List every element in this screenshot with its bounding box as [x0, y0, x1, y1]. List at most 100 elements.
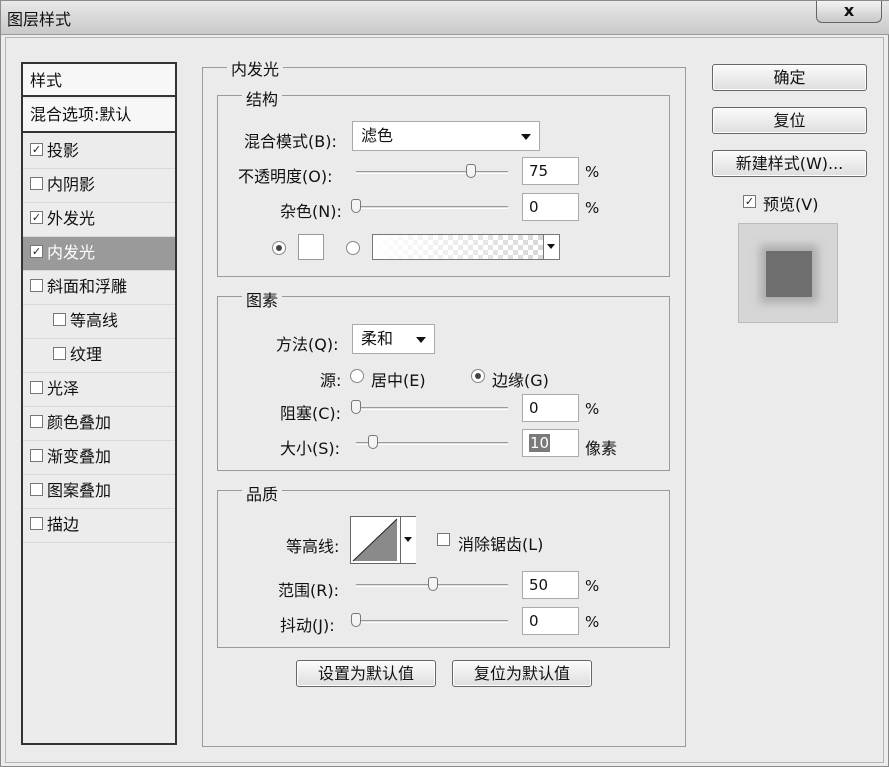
style-item-inner-glow[interactable]: ✓ 内发光	[23, 237, 175, 271]
jitter-input[interactable]: 0	[522, 607, 579, 635]
window-title: 图层样式	[7, 10, 72, 29]
contour-picker[interactable]	[350, 516, 416, 564]
range-label: 范围(R):	[278, 581, 339, 600]
antialias-label[interactable]: 消除锯齿(L)	[458, 531, 543, 555]
jitter-label: 抖动(J):	[280, 616, 335, 635]
size-slider-thumb[interactable]	[368, 435, 378, 449]
pattern-overlay-checkbox[interactable]	[30, 483, 43, 496]
method-label: 方法(Q):	[276, 335, 339, 354]
gradient-radio[interactable]	[346, 241, 360, 255]
inner-shadow-checkbox[interactable]	[30, 177, 43, 190]
preview-checkbox[interactable]: ✓	[743, 195, 756, 208]
style-item-texture[interactable]: 纹理	[23, 339, 175, 373]
drop-shadow-checkbox[interactable]: ✓	[30, 143, 43, 156]
style-item-inner-shadow[interactable]: 内阴影	[23, 169, 175, 203]
glow-color-swatch[interactable]	[298, 234, 324, 260]
new-style-button[interactable]: 新建样式(W)...	[712, 150, 867, 177]
choke-label: 阻塞(C):	[280, 404, 342, 423]
method-select[interactable]: 柔和	[352, 324, 435, 354]
styles-list: 样式 混合选项:默认 ✓ 投影 内阴影 ✓ 外发光 ✓ 内发光 斜面和浮雕 等高线 纹…	[21, 62, 177, 745]
jitter-slider-track[interactable]	[356, 620, 508, 623]
source-edge-radio[interactable]	[471, 369, 485, 383]
close-button[interactable]: x	[816, 1, 882, 23]
texture-label: 纹理	[70, 345, 103, 364]
contour-label: 等高线	[70, 311, 119, 330]
contour-checkbox[interactable]	[53, 313, 66, 326]
blend-mode-label: 混合模式(B):	[244, 132, 337, 151]
noise-slider-thumb[interactable]	[351, 199, 361, 213]
title-bar: 图层样式 x	[1, 1, 889, 35]
style-item-gradient-overlay[interactable]: 渐变叠加	[23, 441, 175, 475]
contour-curve-icon	[352, 518, 398, 562]
glow-gradient-picker[interactable]	[372, 234, 560, 260]
gradient-overlay-checkbox[interactable]	[30, 449, 43, 462]
blend-options-item[interactable]: 混合选项:默认	[23, 99, 175, 133]
satin-label: 光泽	[47, 379, 80, 398]
range-input[interactable]: 50	[522, 571, 579, 599]
color-overlay-label: 颜色叠加	[47, 413, 112, 432]
size-unit: 像素	[585, 439, 618, 458]
noise-unit: %	[585, 199, 600, 217]
chevron-down-icon	[521, 134, 531, 140]
contour-dropdown-icon[interactable]	[400, 517, 416, 563]
stroke-label: 描边	[47, 515, 80, 534]
choke-slider-thumb[interactable]	[351, 400, 361, 414]
noise-slider-track[interactable]	[356, 206, 508, 209]
style-item-stroke[interactable]: 描边	[23, 509, 175, 543]
source-label: 源:	[320, 371, 342, 390]
noise-input[interactable]: 0	[522, 193, 579, 221]
jitter-unit: %	[585, 613, 600, 631]
style-preview	[738, 223, 838, 323]
source-edge-label[interactable]: 边缘(G)	[492, 367, 549, 391]
styles-header[interactable]: 样式	[23, 64, 175, 97]
choke-unit: %	[585, 400, 600, 418]
style-item-color-overlay[interactable]: 颜色叠加	[23, 407, 175, 441]
inner-glow-checkbox[interactable]: ✓	[30, 245, 43, 258]
style-item-drop-shadow[interactable]: ✓ 投影	[23, 135, 175, 169]
range-unit: %	[585, 577, 600, 595]
color-overlay-checkbox[interactable]	[30, 415, 43, 428]
opacity-label: 不透明度(O):	[238, 167, 333, 186]
size-input[interactable]: 10	[522, 429, 579, 457]
gradient-dropdown-icon[interactable]	[543, 235, 559, 259]
range-slider-thumb[interactable]	[428, 577, 438, 591]
style-item-bevel-emboss[interactable]: 斜面和浮雕	[23, 271, 175, 305]
choke-slider-track[interactable]	[356, 407, 508, 410]
outer-glow-label: 外发光	[47, 209, 96, 228]
preview-swatch	[766, 251, 812, 297]
choke-input[interactable]: 0	[522, 394, 579, 422]
stroke-checkbox[interactable]	[30, 517, 43, 530]
solid-color-radio[interactable]	[272, 241, 286, 255]
reset-button[interactable]: 复位	[712, 107, 867, 134]
outer-glow-checkbox[interactable]: ✓	[30, 211, 43, 224]
make-default-button[interactable]: 设置为默认值	[296, 660, 436, 687]
gradient-overlay-label: 渐变叠加	[47, 447, 112, 466]
preview-label[interactable]: 预览(V)	[763, 191, 818, 215]
style-item-satin[interactable]: 光泽	[23, 373, 175, 407]
blend-mode-select[interactable]: 滤色	[352, 121, 540, 151]
ok-button[interactable]: 确定	[712, 64, 867, 91]
style-item-outer-glow[interactable]: ✓ 外发光	[23, 203, 175, 237]
pattern-overlay-label: 图案叠加	[47, 481, 112, 500]
opacity-input[interactable]: 75	[522, 157, 579, 185]
opacity-slider-thumb[interactable]	[466, 164, 476, 178]
source-center-radio[interactable]	[350, 369, 364, 383]
style-item-pattern-overlay[interactable]: 图案叠加	[23, 475, 175, 509]
reset-to-default-button[interactable]: 复位为默认值	[452, 660, 592, 687]
bevel-emboss-label: 斜面和浮雕	[47, 277, 128, 296]
drop-shadow-label: 投影	[47, 141, 80, 160]
quality-title: 品质	[242, 481, 283, 505]
texture-checkbox[interactable]	[53, 347, 66, 360]
structure-title: 结构	[242, 86, 283, 110]
inner-glow-label: 内发光	[47, 243, 96, 262]
inner-glow-title: 内发光	[227, 56, 284, 80]
source-center-label[interactable]: 居中(E)	[371, 367, 426, 391]
layer-style-dialog: 图层样式 x 样式 混合选项:默认 ✓ 投影 内阴影 ✓ 外发光 ✓ 内发光 斜面和浮…	[0, 0, 889, 767]
bevel-emboss-checkbox[interactable]	[30, 279, 43, 292]
style-item-contour[interactable]: 等高线	[23, 305, 175, 339]
size-slider-track[interactable]	[356, 442, 508, 445]
satin-checkbox[interactable]	[30, 381, 43, 394]
antialias-checkbox[interactable]	[437, 533, 450, 546]
opacity-slider-track[interactable]	[356, 171, 508, 174]
jitter-slider-thumb[interactable]	[351, 613, 361, 627]
